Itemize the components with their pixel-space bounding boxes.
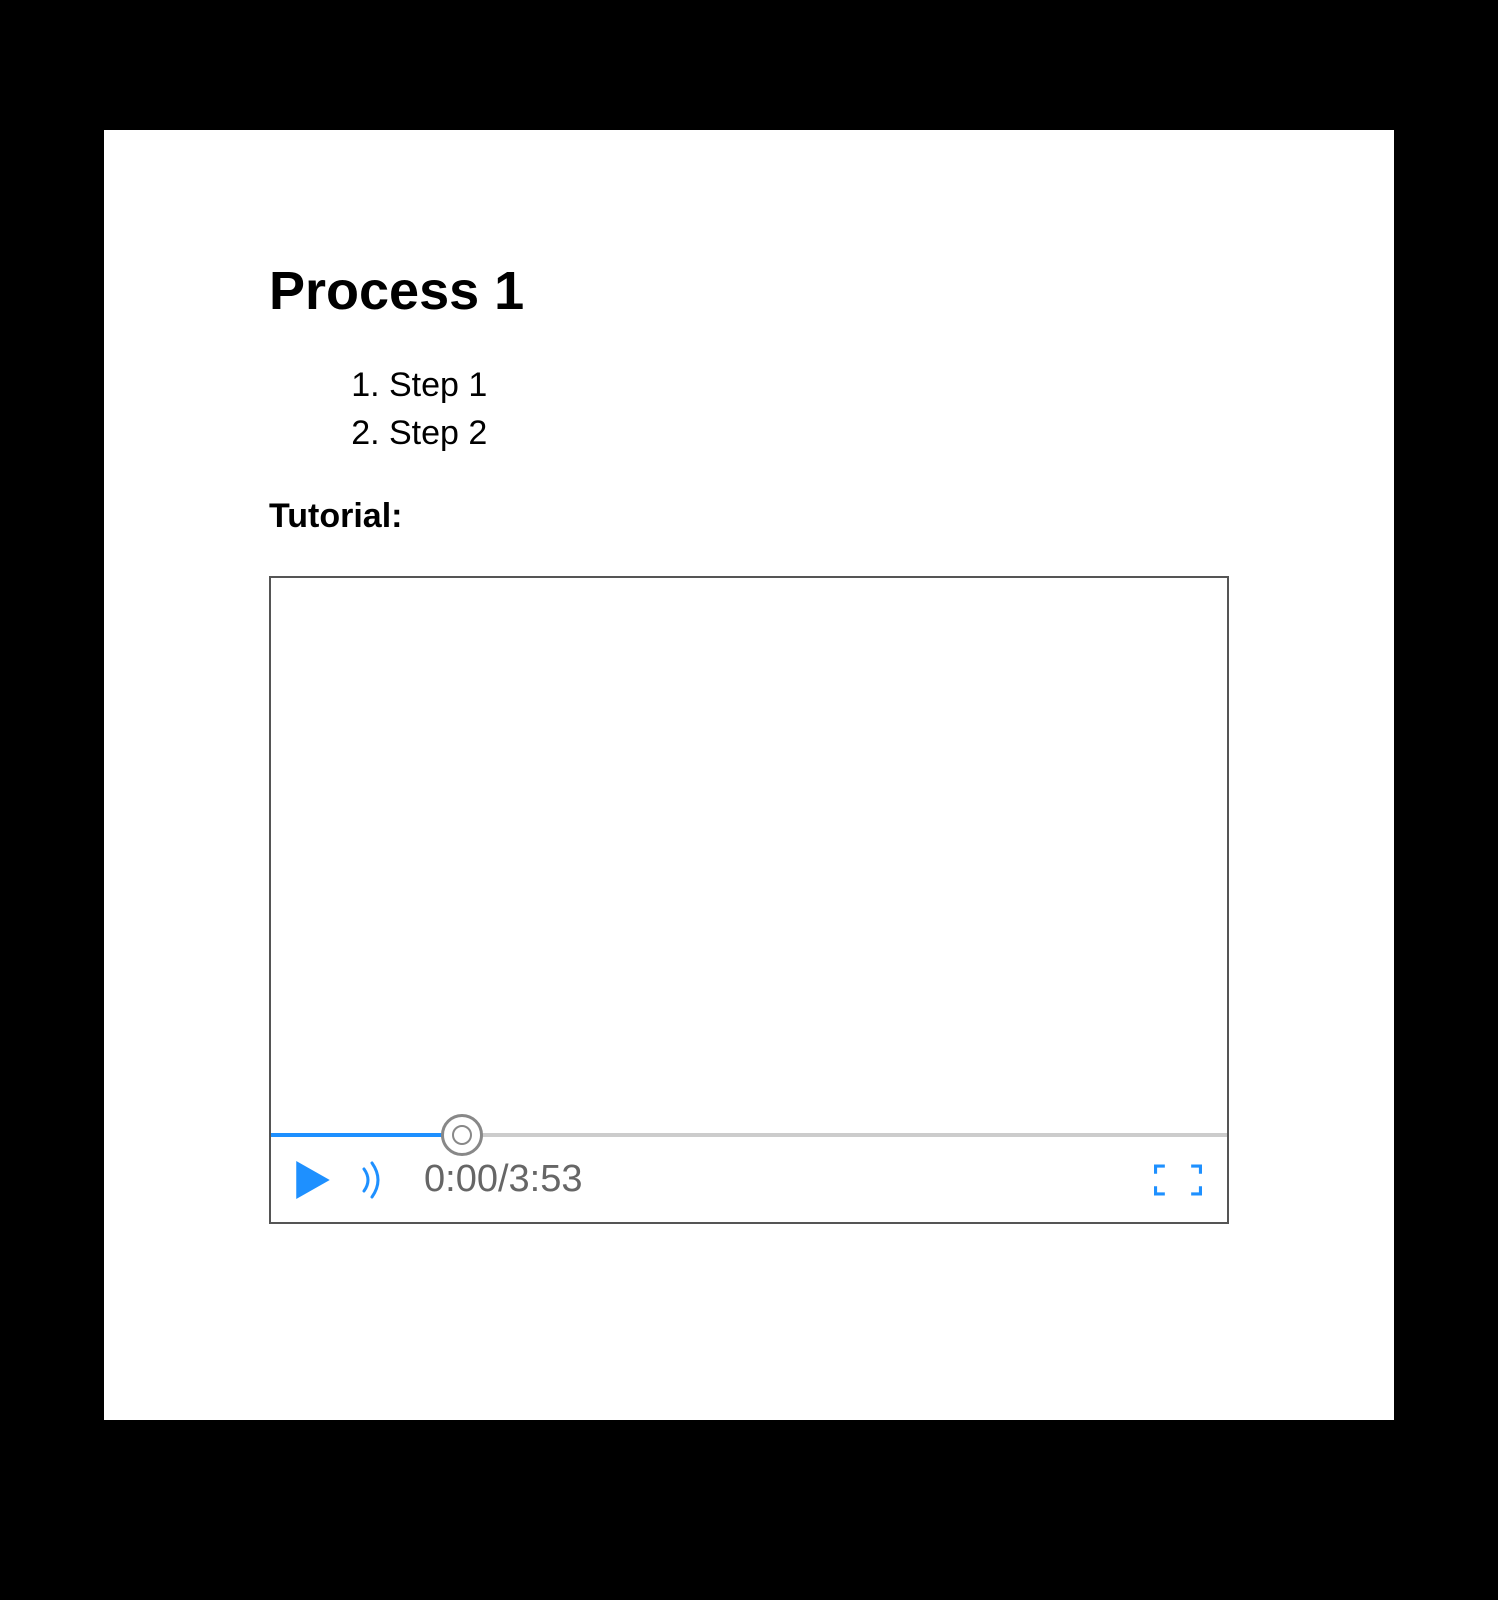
video-time-display: 0:00/3:53 xyxy=(424,1158,582,1201)
video-player: 0:00/3:53 xyxy=(269,576,1229,1224)
document-page: Process 1 Step 1 Step 2 Tutorial: xyxy=(104,130,1394,1420)
video-progress-bar[interactable] xyxy=(271,1133,1227,1137)
volume-icon xyxy=(360,1161,384,1199)
video-progress-handle[interactable] xyxy=(441,1114,483,1156)
steps-list: Step 1 Step 2 xyxy=(389,362,1229,457)
volume-button[interactable] xyxy=(360,1161,384,1199)
video-progress-fill xyxy=(271,1133,462,1137)
page-title: Process 1 xyxy=(269,260,1229,322)
list-item: Step 1 xyxy=(389,362,1229,410)
list-item: Step 2 xyxy=(389,410,1229,458)
tutorial-label: Tutorial: xyxy=(269,497,1229,536)
fullscreen-icon xyxy=(1154,1161,1202,1199)
fullscreen-button[interactable] xyxy=(1154,1161,1202,1199)
video-controls: 0:00/3:53 xyxy=(271,1137,1227,1222)
play-button[interactable] xyxy=(296,1161,330,1199)
video-canvas[interactable] xyxy=(271,578,1227,1133)
play-icon xyxy=(296,1161,330,1199)
